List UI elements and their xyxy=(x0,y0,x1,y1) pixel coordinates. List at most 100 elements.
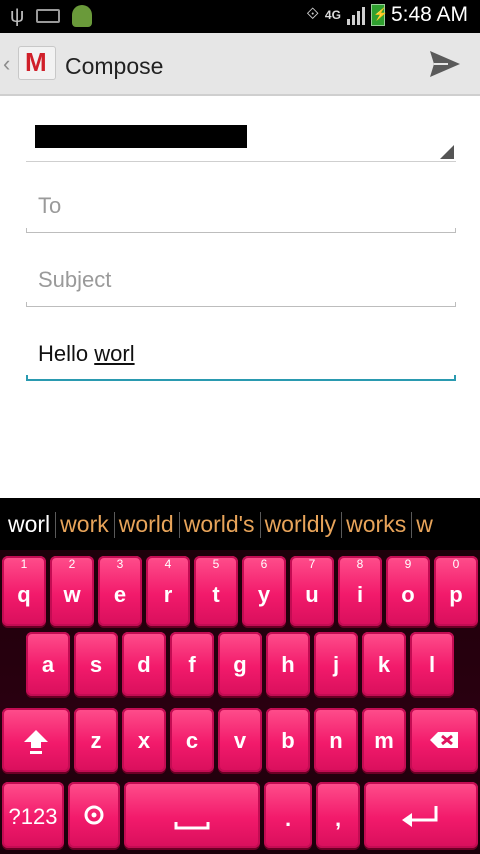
comma-key[interactable]: , xyxy=(316,782,360,848)
settings-key[interactable] xyxy=(68,782,120,848)
key-p-label: p xyxy=(449,582,463,607)
key-k-label: k xyxy=(377,652,391,677)
key-w-label: w xyxy=(63,582,81,607)
suggestion-item[interactable]: worl xyxy=(0,498,55,550)
key-p[interactable]: 0p xyxy=(434,556,478,626)
key-l-label: l xyxy=(428,652,436,677)
space-key[interactable] xyxy=(124,782,260,848)
key-z[interactable]: z xyxy=(74,708,118,772)
key-k[interactable]: k xyxy=(362,632,406,696)
key-p-number-hint: 0 xyxy=(452,557,460,571)
action-bar: ‹ Compose xyxy=(0,33,480,96)
status-bar: ψ ⟐ 4G 5:48 AM xyxy=(0,0,480,33)
subject-placeholder: Subject xyxy=(38,267,112,292)
key-o-label: o xyxy=(401,582,415,607)
key-w-number-hint: 2 xyxy=(68,557,76,571)
key-b-label: b xyxy=(281,728,295,753)
space-bar-icon xyxy=(174,822,210,830)
key-l[interactable]: l xyxy=(410,632,454,696)
key-d-label: d xyxy=(137,652,151,677)
network-type: 4G xyxy=(324,8,341,22)
from-account-selector[interactable] xyxy=(26,114,456,162)
key-f[interactable]: f xyxy=(170,632,214,696)
body-text: Hello worl xyxy=(38,341,135,367)
suggestion-item[interactable]: worldly xyxy=(259,498,342,550)
up-caret-icon[interactable]: ‹ xyxy=(3,51,10,77)
symbols-key-label: ?123 xyxy=(8,804,58,829)
key-x[interactable]: x xyxy=(122,708,166,772)
key-e-label: e xyxy=(113,582,127,607)
key-t[interactable]: 5t xyxy=(194,556,238,626)
shift-key[interactable] xyxy=(2,708,70,772)
key-t-label: t xyxy=(212,582,220,607)
usb-icon: ψ xyxy=(10,5,25,27)
key-f-label: f xyxy=(188,652,196,677)
key-n[interactable]: n xyxy=(314,708,358,772)
key-i-number-hint: 8 xyxy=(356,557,364,571)
body-composing-word: worl xyxy=(94,341,135,366)
symbols-key[interactable]: ?123 xyxy=(2,782,64,848)
key-b[interactable]: b xyxy=(266,708,310,772)
key-t-number-hint: 5 xyxy=(212,557,220,571)
battery-charging-icon xyxy=(370,4,388,26)
key-c[interactable]: c xyxy=(170,708,214,772)
delete-key[interactable] xyxy=(410,708,478,772)
comma-key-label: , xyxy=(334,806,342,831)
key-w[interactable]: 2w xyxy=(50,556,94,626)
shift-icon xyxy=(24,730,48,754)
key-r-label: r xyxy=(163,582,173,607)
key-d[interactable]: d xyxy=(122,632,166,696)
key-a[interactable]: a xyxy=(26,632,70,696)
key-o[interactable]: 9o xyxy=(386,556,430,626)
key-g-label: g xyxy=(233,652,247,677)
key-i-label: i xyxy=(356,582,364,607)
subject-field[interactable]: Subject xyxy=(26,257,456,307)
key-v[interactable]: v xyxy=(218,708,262,772)
key-s[interactable]: s xyxy=(74,632,118,696)
signal-icon xyxy=(346,5,365,25)
suggestion-item[interactable]: world's xyxy=(178,498,260,550)
suggestion-item[interactable]: work xyxy=(55,498,114,550)
to-field[interactable]: To xyxy=(26,183,456,233)
subject-underline xyxy=(26,302,456,307)
key-r-number-hint: 4 xyxy=(164,557,172,571)
key-y[interactable]: 6y xyxy=(242,556,286,626)
key-q-number-hint: 1 xyxy=(20,557,28,571)
page-title: Compose xyxy=(65,53,164,79)
clock: 5:48 AM xyxy=(390,3,468,26)
enter-key[interactable] xyxy=(364,782,478,848)
body-underline xyxy=(26,375,456,381)
suggestion-item[interactable]: works xyxy=(341,498,411,550)
period-key-label: . xyxy=(284,806,292,831)
suggestion-item[interactable]: w xyxy=(411,498,438,550)
key-q[interactable]: 1q xyxy=(2,556,46,626)
body-field[interactable]: Hello worl xyxy=(26,331,456,381)
key-z-label: z xyxy=(90,728,102,753)
key-e[interactable]: 3e xyxy=(98,556,142,626)
key-q-label: q xyxy=(17,582,31,607)
key-m-label: m xyxy=(374,728,394,753)
key-g[interactable]: g xyxy=(218,632,262,696)
key-j[interactable]: j xyxy=(314,632,358,696)
gmail-logo-icon[interactable] xyxy=(18,46,56,80)
key-v-label: v xyxy=(233,728,247,753)
key-i[interactable]: 8i xyxy=(338,556,382,626)
suggestion-item[interactable]: world xyxy=(113,498,179,550)
key-s-label: s xyxy=(89,652,103,677)
key-r[interactable]: 4r xyxy=(146,556,190,626)
body-typed-text: Hello xyxy=(38,341,95,366)
to-placeholder: To xyxy=(38,193,62,218)
key-m[interactable]: m xyxy=(362,708,406,772)
key-u[interactable]: 7u xyxy=(290,556,334,626)
period-key[interactable]: . xyxy=(264,782,312,848)
redacted-account xyxy=(35,125,247,148)
key-u-number-hint: 7 xyxy=(308,557,316,571)
key-h[interactable]: h xyxy=(266,632,310,696)
android-debug-icon xyxy=(72,5,93,27)
key-j-label: j xyxy=(332,652,340,677)
keyboard-notification-icon xyxy=(36,9,61,23)
key-y-number-hint: 6 xyxy=(260,557,268,571)
send-icon[interactable] xyxy=(428,47,462,81)
to-underline xyxy=(26,228,456,233)
key-n-label: n xyxy=(329,728,343,753)
